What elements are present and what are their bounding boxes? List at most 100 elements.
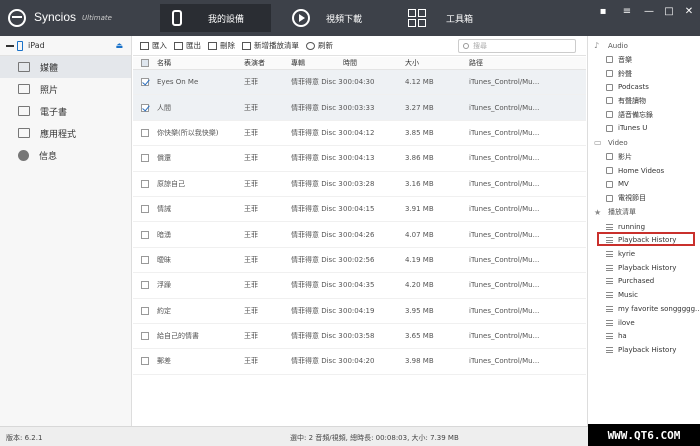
row-checkbox[interactable] [133, 281, 157, 290]
list-item[interactable]: my favorite songgggg... [588, 302, 700, 316]
list-item[interactable]: kyrie [588, 247, 700, 261]
table-row[interactable]: 暗湧 王菲 情菲得意 Disc 3 00:04:26 4.07 MB iTunes_Con… [133, 222, 586, 248]
table-row[interactable]: 情誡 王菲 情菲得意 Disc 3 00:04:15 3.91 MB iTunes_Con… [133, 197, 586, 223]
list-item[interactable]: Music [588, 288, 700, 302]
list-item[interactable]: 語音備忘錄 [588, 108, 700, 122]
table-row[interactable]: 浮躁 王菲 情菲得意 Disc 3 00:04:35 4.20 MB iTunes_Con… [133, 273, 586, 299]
eject-icon[interactable]: ⏏ [115, 41, 123, 50]
chat-icon[interactable]: ▪ [596, 6, 610, 17]
cell-size: 3.98 MB [405, 357, 434, 366]
new-playlist-button[interactable]: 新增播放清單 [242, 40, 299, 51]
list-item[interactable]: ha [588, 329, 700, 343]
cell-album: 情菲得意 Disc 3 [291, 281, 343, 290]
column-header-size[interactable]: 大小 [405, 58, 469, 68]
list-item[interactable]: 音樂 [588, 53, 700, 67]
sidebar-item-label: 照片 [40, 85, 59, 96]
column-header-path[interactable]: 路徑 [469, 58, 539, 68]
delete-button[interactable]: 刪除 [208, 40, 235, 51]
row-checkbox[interactable] [133, 154, 157, 163]
section-video[interactable]: ▭ Video [588, 135, 700, 150]
list-item[interactable]: Purchased [588, 275, 700, 289]
sidebar-item-media[interactable]: 媒體 [0, 56, 131, 78]
sidebar-item-photos[interactable]: 照片 [0, 78, 131, 100]
playlist-icon [606, 333, 613, 340]
maximize-icon[interactable]: □ [662, 6, 676, 17]
table-row[interactable]: 原諒自己 王菲 情菲得意 Disc 3 00:03:28 3.16 MB iTunes_C… [133, 172, 586, 197]
table-row[interactable]: 償還 王菲 情菲得意 Disc 3 00:04:13 3.86 MB iTunes_Con… [133, 146, 586, 172]
cell-size: 3.85 MB [405, 128, 434, 137]
row-checkbox[interactable] [133, 205, 157, 214]
list-item[interactable]: iTunes U [588, 121, 700, 135]
row-checkbox[interactable] [133, 306, 157, 315]
checkbox[interactable] [141, 255, 149, 264]
table-row[interactable]: 給自己的情書 王菲 情菲得意 Disc 3 00:03:58 3.65 MB iTunes… [133, 324, 586, 350]
cell-time: 00:04:19 [343, 306, 375, 315]
row-checkbox[interactable] [133, 179, 157, 188]
sidebar-item-apps[interactable]: 應用程式 [0, 122, 131, 144]
checkbox[interactable] [141, 357, 149, 366]
row-checkbox[interactable] [133, 230, 157, 239]
tab-video-download-label: 視頻下載 [326, 14, 363, 25]
search-icon [463, 43, 469, 49]
checkbox[interactable] [141, 306, 149, 315]
table-row[interactable]: 你快樂(所以我快樂) 王菲 情菲得意 Disc 3 00:04:12 3.85 MB iT… [133, 121, 586, 147]
table-row[interactable]: 曖昧 王菲 情菲得意 Disc 3 00:02:56 4.19 MB iTunes_Con… [133, 248, 586, 274]
device-selector[interactable]: iPad ⏏ [0, 36, 131, 56]
section-audio[interactable]: ♪ Audio [588, 38, 700, 53]
cell-path: iTunes_Control/Mu... [469, 128, 539, 137]
apps-icon [18, 128, 30, 138]
column-header-time[interactable]: 時間 [343, 58, 405, 68]
row-checkbox[interactable] [133, 103, 157, 112]
tab-video-download[interactable]: 視頻下載 [280, 4, 380, 32]
checkbox[interactable] [141, 179, 149, 188]
table-row[interactable]: 約定 王菲 情菲得意 Disc 3 00:04:19 3.95 MB iTunes_Con… [133, 299, 586, 324]
tab-toolbox[interactable]: 工具箱 [396, 4, 496, 32]
list-item[interactable]: 有聲讀物 [588, 94, 700, 108]
minimize-icon[interactable]: — [642, 6, 656, 17]
toolbar: 匯入 匯出 刪除 新增播放清單 刷新 搜尋 [133, 36, 586, 56]
menu-icon[interactable]: ≡ [620, 6, 634, 17]
sidebar-item-ebooks[interactable]: 電子書 [0, 100, 131, 122]
section-playlists[interactable]: ★ 播放清單 [588, 205, 700, 220]
table-row[interactable]: Eyes On Me 王菲 情菲得意 Disc 3 00:04:30 4.12 MB iT… [133, 70, 586, 96]
column-header-album[interactable]: 專輯 [291, 58, 343, 68]
row-checkbox[interactable] [133, 128, 157, 137]
row-checkbox[interactable] [133, 78, 157, 87]
checkbox[interactable] [141, 78, 149, 87]
list-item[interactable]: Podcasts [588, 80, 700, 94]
list-item[interactable]: Playback History [588, 261, 700, 275]
list-item[interactable]: Home Videos [588, 164, 700, 178]
checkbox[interactable] [141, 205, 149, 214]
close-icon[interactable]: ✕ [682, 6, 696, 17]
list-item[interactable]: 電視節目 [588, 191, 700, 205]
checkbox[interactable] [141, 103, 149, 112]
checkbox[interactable] [141, 128, 149, 137]
checkbox[interactable] [141, 332, 149, 341]
column-header-name[interactable]: 名稱 [157, 58, 243, 68]
table-row[interactable]: 郵差 王菲 情菲得意 Disc 3 00:04:20 3.98 MB iTunes_Con… [133, 349, 586, 375]
cell-size: 3.65 MB [405, 332, 434, 341]
select-all-checkbox[interactable] [133, 59, 157, 67]
cell-name: 原諒自己 [157, 179, 185, 188]
search-input[interactable]: 搜尋 [458, 39, 576, 53]
export-button[interactable]: 匯出 [174, 40, 201, 51]
refresh-button[interactable]: 刷新 [306, 40, 333, 51]
list-item[interactable]: ilove [588, 316, 700, 330]
collapse-icon[interactable] [6, 44, 14, 47]
row-checkbox[interactable] [133, 255, 157, 264]
table-row[interactable]: 人間 王菲 情菲得意 Disc 3 00:03:33 3.27 MB iTunes_Con… [133, 95, 586, 121]
list-item-label: 音樂 [618, 55, 632, 64]
checkbox[interactable] [141, 230, 149, 239]
list-item[interactable]: MV [588, 178, 700, 192]
sidebar-item-info[interactable]: 信息 [0, 144, 131, 166]
tab-my-device[interactable]: 我的設備 [160, 4, 271, 32]
list-item[interactable]: Playback History [588, 343, 700, 357]
import-button[interactable]: 匯入 [140, 40, 167, 51]
checkbox[interactable] [141, 281, 149, 290]
checkbox[interactable] [141, 154, 149, 163]
column-header-artist[interactable]: 表演者 [243, 58, 291, 68]
list-item[interactable]: 影片 [588, 150, 700, 164]
list-item[interactable]: 鈴聲 [588, 67, 700, 81]
row-checkbox[interactable] [133, 357, 157, 366]
row-checkbox[interactable] [133, 332, 157, 341]
